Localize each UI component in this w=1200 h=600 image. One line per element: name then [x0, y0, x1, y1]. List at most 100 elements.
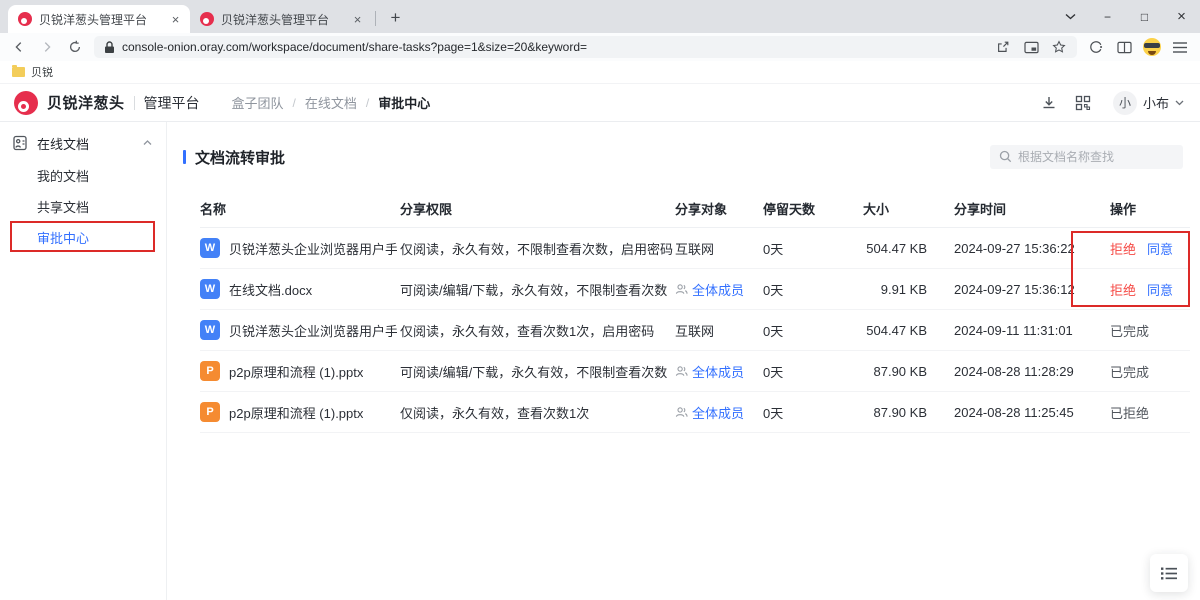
back-icon[interactable] [6, 35, 31, 59]
floating-list-button[interactable] [1150, 554, 1188, 592]
stay-days: 0天 [763, 280, 863, 299]
bookmark-folder[interactable]: 贝锐 [31, 64, 53, 80]
document-icon [12, 135, 28, 151]
refresh-icon[interactable] [62, 35, 87, 59]
collections-icon[interactable] [1084, 36, 1108, 58]
new-tab-button[interactable]: + [383, 5, 408, 30]
column-header-days: 停留天数 [763, 199, 863, 218]
share-time: 2024-09-27 15:36:12 [937, 282, 1089, 297]
sidebar-item-my-docs[interactable]: 我的文档 [0, 160, 166, 191]
sidebar-section-online-docs[interactable]: 在线文档 [0, 126, 166, 160]
share-permission: 可阅读/编辑/下载，永久有效，不限制查看次数 [400, 362, 675, 381]
table-row: W 贝锐洋葱头企业浏览器用户手... 仅阅读，永久有效，不限制查看次数，启用密码… [200, 228, 1190, 269]
row-actions: 拒绝同意 [1089, 239, 1190, 258]
sidebar-item-shared-docs[interactable]: 共享文档 [0, 191, 166, 222]
column-header-permission: 分享权限 [400, 199, 675, 218]
breadcrumb-documents[interactable]: 在线文档 [305, 93, 357, 112]
browser-options-chevron-icon[interactable] [1052, 0, 1089, 33]
row-actions: 已完成 [1089, 362, 1190, 381]
close-button[interactable]: × [1163, 0, 1200, 33]
forward-icon[interactable] [34, 35, 59, 59]
file-name: 在线文档.docx [229, 280, 312, 299]
file-type-icon: W [200, 320, 220, 340]
tab-close-icon[interactable]: × [349, 11, 366, 28]
profile-avatar[interactable] [1140, 36, 1164, 58]
status-text: 已完成 [1110, 362, 1149, 381]
file-name: 贝锐洋葱头企业浏览器用户手... [229, 321, 397, 340]
column-header-name: 名称 [200, 199, 400, 218]
sidebar-item-approval-center[interactable]: 审批中心 [0, 222, 166, 253]
user-menu[interactable]: 小 小布 [1113, 91, 1184, 115]
browser-menu-icon[interactable] [1168, 36, 1192, 58]
file-type-icon: P [200, 402, 220, 422]
url-text: console-onion.oray.com/workspace/documen… [122, 40, 984, 54]
approve-link[interactable]: 同意 [1147, 239, 1173, 258]
toolbar-right [1084, 36, 1192, 58]
file-size: 9.91 KB [863, 282, 937, 297]
stay-days: 0天 [763, 403, 863, 422]
tab-close-icon[interactable]: × [167, 11, 184, 28]
username: 小布 [1143, 93, 1169, 112]
file-name: 贝锐洋葱头企业浏览器用户手... [229, 239, 397, 258]
status-text: 已完成 [1110, 321, 1149, 340]
share-target-label: 互联网 [675, 239, 714, 258]
reject-link[interactable]: 拒绝 [1110, 239, 1136, 258]
brand-name: 贝锐洋葱头 [47, 92, 125, 113]
brand-suffix: 管理平台 [144, 93, 200, 113]
app-header: 贝锐洋葱头 管理平台 盒子团队 / 在线文档 / 审批中心 小 小布 [0, 84, 1200, 122]
table-header-row: 名称 分享权限 分享对象 停留天数 大小 分享时间 操作 [200, 190, 1190, 228]
file-size: 87.90 KB [863, 405, 937, 420]
lock-icon [104, 41, 115, 54]
share-target: 全体成员 [675, 280, 763, 299]
row-actions: 已拒绝 [1089, 403, 1190, 422]
table-row: P p2p原理和流程 (1).pptx 可阅读/编辑/下载，永久有效，不限制查看… [200, 351, 1190, 392]
sidebar-section-label: 在线文档 [37, 134, 134, 153]
stay-days: 0天 [763, 321, 863, 340]
site-favicon [18, 12, 32, 26]
tab-title: 贝锐洋葱头管理平台 [39, 11, 160, 28]
picture-in-picture-icon[interactable] [1019, 36, 1043, 58]
share-target-label: 全体成员 [692, 403, 744, 422]
title-accent-bar [183, 150, 186, 164]
table-row: P p2p原理和流程 (1).pptx 仅阅读，永久有效，查看次数1次 全体成员… [200, 392, 1190, 433]
download-icon[interactable] [1035, 89, 1063, 117]
maximize-button[interactable]: □ [1126, 0, 1163, 33]
browser-tab-2[interactable]: 贝锐洋葱头管理平台 × [190, 5, 372, 33]
header-actions: 小 小布 [1035, 89, 1184, 117]
bookmark-folder-icon [12, 67, 25, 77]
file-size: 504.47 KB [863, 323, 937, 338]
approve-link[interactable]: 同意 [1147, 280, 1173, 299]
site-favicon [200, 12, 214, 26]
share-permission: 可阅读/编辑/下载，永久有效，不限制查看次数 [400, 280, 675, 299]
stay-days: 0天 [763, 362, 863, 381]
approval-table: 名称 分享权限 分享对象 停留天数 大小 分享时间 操作 W 贝锐洋葱头企业浏览… [200, 190, 1190, 433]
breadcrumb-approval-center[interactable]: 审批中心 [378, 93, 430, 112]
chevron-down-icon [1175, 100, 1184, 106]
search-input[interactable] [990, 145, 1183, 169]
stay-days: 0天 [763, 239, 863, 258]
share-time: 2024-08-28 11:28:29 [937, 364, 1089, 379]
browser-tab-1[interactable]: 贝锐洋葱头管理平台 × [8, 5, 190, 33]
column-header-size: 大小 [863, 199, 937, 218]
minimize-button[interactable]: − [1089, 0, 1126, 33]
table-body: W 贝锐洋葱头企业浏览器用户手... 仅阅读，永久有效，不限制查看次数，启用密码… [200, 228, 1190, 433]
breadcrumb-team[interactable]: 盒子团队 [232, 93, 284, 112]
share-target: 互联网 [675, 239, 763, 258]
row-actions: 已完成 [1089, 321, 1190, 340]
share-icon[interactable] [991, 36, 1015, 58]
members-icon [675, 365, 688, 378]
favorites-star-icon[interactable] [1047, 36, 1071, 58]
brand-logo-icon [14, 91, 38, 115]
table-row: W 贝锐洋葱头企业浏览器用户手... 仅阅读，永久有效，查看次数1次，启用密码 … [200, 310, 1190, 351]
reject-link[interactable]: 拒绝 [1110, 280, 1136, 299]
share-permission: 仅阅读，永久有效，查看次数1次，启用密码 [400, 321, 675, 340]
breadcrumb: 盒子团队 / 在线文档 / 审批中心 [232, 93, 431, 112]
qr-code-icon[interactable] [1069, 89, 1097, 117]
address-bar[interactable]: console-onion.oray.com/workspace/documen… [94, 36, 1077, 58]
share-target: 互联网 [675, 321, 763, 340]
share-permission: 仅阅读，永久有效，不限制查看次数，启用密码 [400, 239, 675, 258]
split-screen-icon[interactable] [1112, 36, 1136, 58]
share-time: 2024-09-27 15:36:22 [937, 241, 1089, 256]
breadcrumb-separator: / [366, 96, 369, 110]
tab-separator [375, 11, 376, 26]
